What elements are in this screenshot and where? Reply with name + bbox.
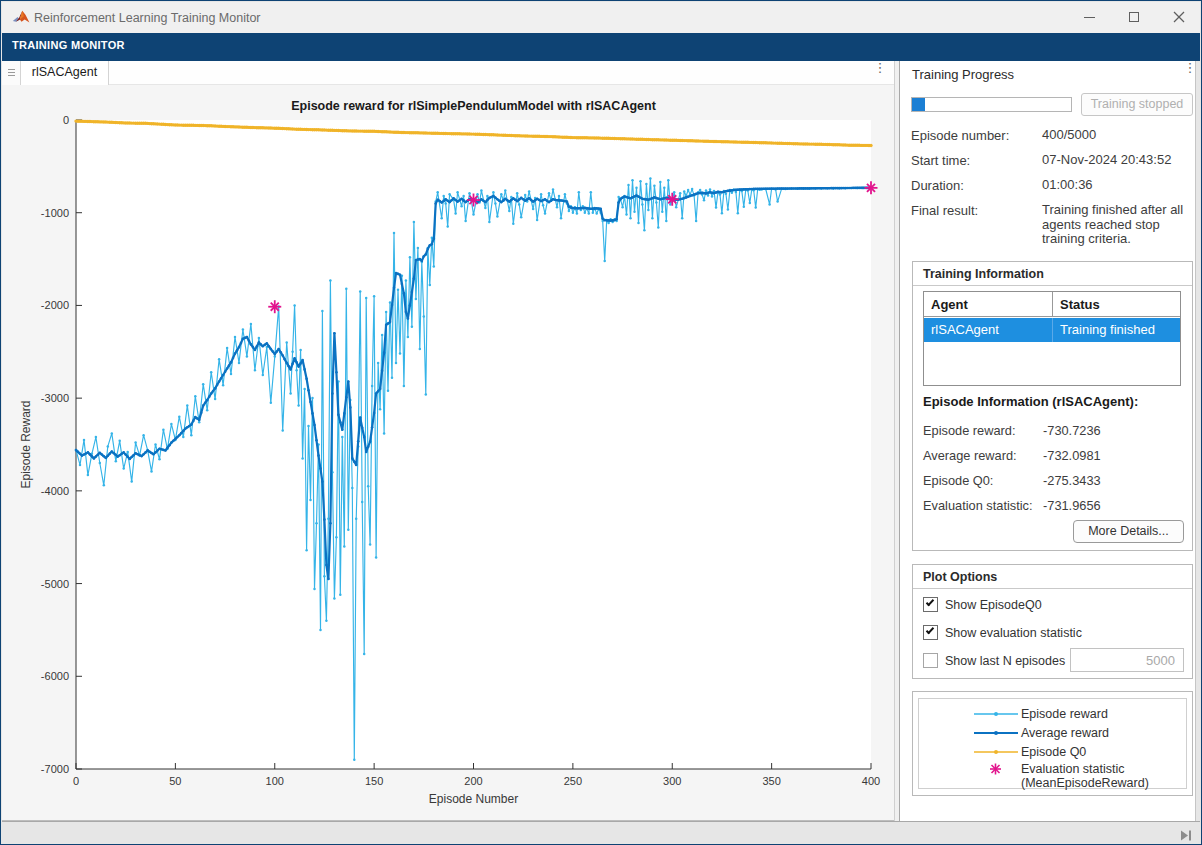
episode-information-title: Episode Information (rlSACAgent): — [923, 394, 1138, 409]
episode-reward-plot: 0 50 100 150 200 250 300 350 400 0 -1000 -2000 -3000… — [2, 85, 894, 821]
episode-info-row: Episode reward:-730.7236 — [923, 423, 1015, 438]
legend-box: Episode reward Average reward Episode Q0… — [918, 698, 1187, 789]
last-n-episodes-input[interactable] — [1070, 648, 1184, 672]
column-header-agent: Agent — [924, 292, 1053, 317]
document-tab-bar: rlSACAgent ⋮ — [2, 61, 894, 85]
grip-icon — [8, 69, 15, 76]
maximize-button[interactable] — [1117, 2, 1151, 33]
svg-text:-2000: -2000 — [41, 299, 69, 311]
table-row[interactable]: rlSACAgent Training finished — [924, 318, 1180, 342]
svg-text:100: 100 — [266, 775, 284, 787]
info-row: Episode number:400/5000 — [911, 128, 1009, 143]
training-information-group: Training Information Agent Status rlSACA… — [912, 261, 1193, 551]
svg-text:350: 350 — [762, 775, 780, 787]
svg-text:Episode Number: Episode Number — [429, 792, 518, 806]
toolstrip-tab-training-monitor[interactable]: TRAINING MONITOR — [12, 39, 125, 51]
training-stopped-button[interactable]: Training stopped — [1081, 93, 1193, 116]
panel-title: Training Progress — [912, 67, 1014, 82]
legend-line-average-reward — [974, 726, 1018, 740]
tab-grip[interactable] — [2, 61, 21, 85]
legend-panel: Episode reward Average reward Episode Q0… — [912, 691, 1193, 796]
training-chart: 0 50 100 150 200 250 300 350 400 0 -1000 -2000 -3000… — [2, 85, 894, 821]
svg-text:400: 400 — [862, 775, 880, 787]
panel-actions-menu[interactable]: ⋮ — [1181, 64, 1199, 82]
episode-info-row: Episode Q0:-275.3433 — [923, 473, 993, 488]
show-last-n-episodes-checkbox[interactable] — [923, 653, 938, 668]
expand-panel-icon[interactable] — [1180, 827, 1192, 845]
tab-rlsacagent[interactable]: rlSACAgent — [21, 61, 109, 85]
svg-text:250: 250 — [564, 775, 582, 787]
more-details-button[interactable]: More Details... — [1073, 520, 1184, 543]
status-bar — [2, 821, 1200, 843]
svg-text:Episode reward for rlSimplePen: Episode reward for rlSimplePendulumModel… — [291, 99, 656, 113]
window-title: Reinforcement Learning Training Monitor — [34, 11, 261, 25]
episode-info-row: Average reward:-732.0981 — [923, 448, 1017, 463]
matlab-icon — [12, 8, 31, 30]
app-window: Reinforcement Learning Training Monitor … — [0, 0, 1202, 845]
info-row: Start time:07-Nov-2024 20:43:52 — [911, 153, 970, 168]
svg-text:0: 0 — [73, 775, 79, 787]
title-bar: Reinforcement Learning Training Monitor — [2, 2, 1200, 33]
show-evaluation-statistic-checkbox[interactable] — [923, 625, 938, 640]
svg-text:-3000: -3000 — [41, 392, 69, 404]
legend-marker-evaluation-statistic — [974, 762, 1018, 776]
document-actions-menu[interactable]: ⋮ — [871, 64, 889, 82]
legend-line-episode-q0 — [974, 745, 1018, 759]
svg-text:-5000: -5000 — [41, 578, 69, 590]
legend-line-episode-reward — [974, 707, 1018, 721]
svg-text:Episode Reward: Episode Reward — [19, 400, 33, 488]
svg-text:-7000: -7000 — [41, 763, 69, 775]
svg-text:200: 200 — [464, 775, 482, 787]
svg-text:50: 50 — [169, 775, 181, 787]
svg-text:300: 300 — [663, 775, 681, 787]
training-progress-bar — [911, 97, 1072, 112]
column-header-status: Status — [1053, 292, 1180, 317]
toolstrip: TRAINING MONITOR — [2, 33, 1200, 61]
svg-text:-1000: -1000 — [41, 207, 69, 219]
svg-text:-6000: -6000 — [41, 670, 69, 682]
info-row: Final result:Training finished after all… — [911, 203, 978, 218]
episode-info-row: Evaluation statistic:-731.9656 — [923, 498, 1033, 513]
show-episodeq0-checkbox[interactable] — [923, 597, 938, 612]
plot-options-group: Plot Options Show EpisodeQ0 Show evaluat… — [912, 564, 1193, 679]
svg-text:-4000: -4000 — [41, 485, 69, 497]
close-button[interactable] — [1162, 2, 1196, 33]
agents-table: Agent Status rlSACAgent Training finishe… — [923, 291, 1181, 386]
info-row: Duration:01:00:36 — [911, 178, 964, 193]
minimize-button[interactable] — [1072, 2, 1106, 33]
svg-text:0: 0 — [63, 114, 69, 126]
svg-text:150: 150 — [365, 775, 383, 787]
